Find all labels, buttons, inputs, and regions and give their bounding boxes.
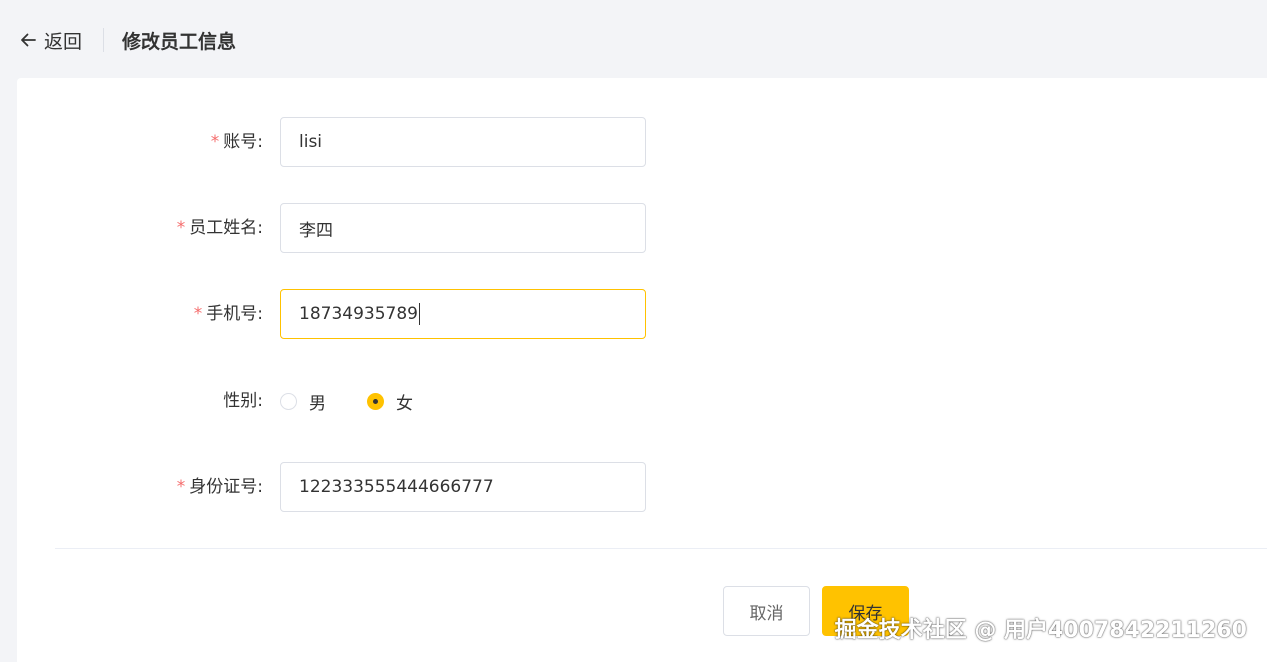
name-input-value: 李四 [299,220,333,241]
footer-divider [55,548,1267,549]
form-row-account: * 账号: lisi [17,117,717,167]
header-divider [103,28,104,52]
id-number-input-value: 122333555444666777 [299,477,494,497]
id-number-input[interactable]: 122333555444666777 [280,462,646,512]
watermark-text: 掘金技术社区 @ 用户4007842211260 [834,618,1247,643]
account-input[interactable]: lisi [280,117,646,167]
name-label: * 员工姓名: [176,218,263,238]
arrow-left-icon [21,33,36,47]
name-input[interactable]: 李四 [280,203,646,253]
radio-label-male: 男 [309,393,326,414]
back-button[interactable]: 返回 [18,27,82,53]
form-card: * 账号: lisi * 员工姓名: 李四 * 手机号: 18734935789 性别… [17,78,1267,662]
form-row-id-number: * 身份证号: 122333555444666777 [17,462,717,512]
form-row-phone: * 手机号: 18734935789 [17,289,717,339]
required-mark: * [176,218,186,238]
phone-input[interactable]: 18734935789 [280,289,646,339]
phone-input-value: 18734935789 [299,304,418,324]
page-title: 修改员工信息 [122,31,237,53]
gender-radio-female[interactable]: 女 [367,389,413,414]
gender-radio-group: 男 女 [280,376,413,426]
gender-radio-male[interactable]: 男 [280,389,326,414]
radio-label-female: 女 [396,393,413,414]
form-row-name: * 员工姓名: 李四 [17,203,717,253]
top-bar: 返回 修改员工信息 [0,0,1267,78]
required-mark: * [193,304,203,324]
id-number-label: * 身份证号: [176,477,263,497]
required-mark: * [176,477,186,497]
form-row-gender: 性别: 男 女 [17,376,717,426]
phone-label: * 手机号: [193,304,263,324]
cancel-button[interactable]: 取消 [723,586,810,636]
gender-label: 性别: [223,391,263,411]
account-input-value: lisi [299,132,323,152]
account-label: * 账号: [210,132,263,152]
back-label: 返回 [44,30,83,53]
required-mark: * [210,132,220,152]
radio-circle-checked[interactable] [367,392,384,410]
text-caret [418,303,421,325]
radio-circle[interactable] [280,392,297,410]
